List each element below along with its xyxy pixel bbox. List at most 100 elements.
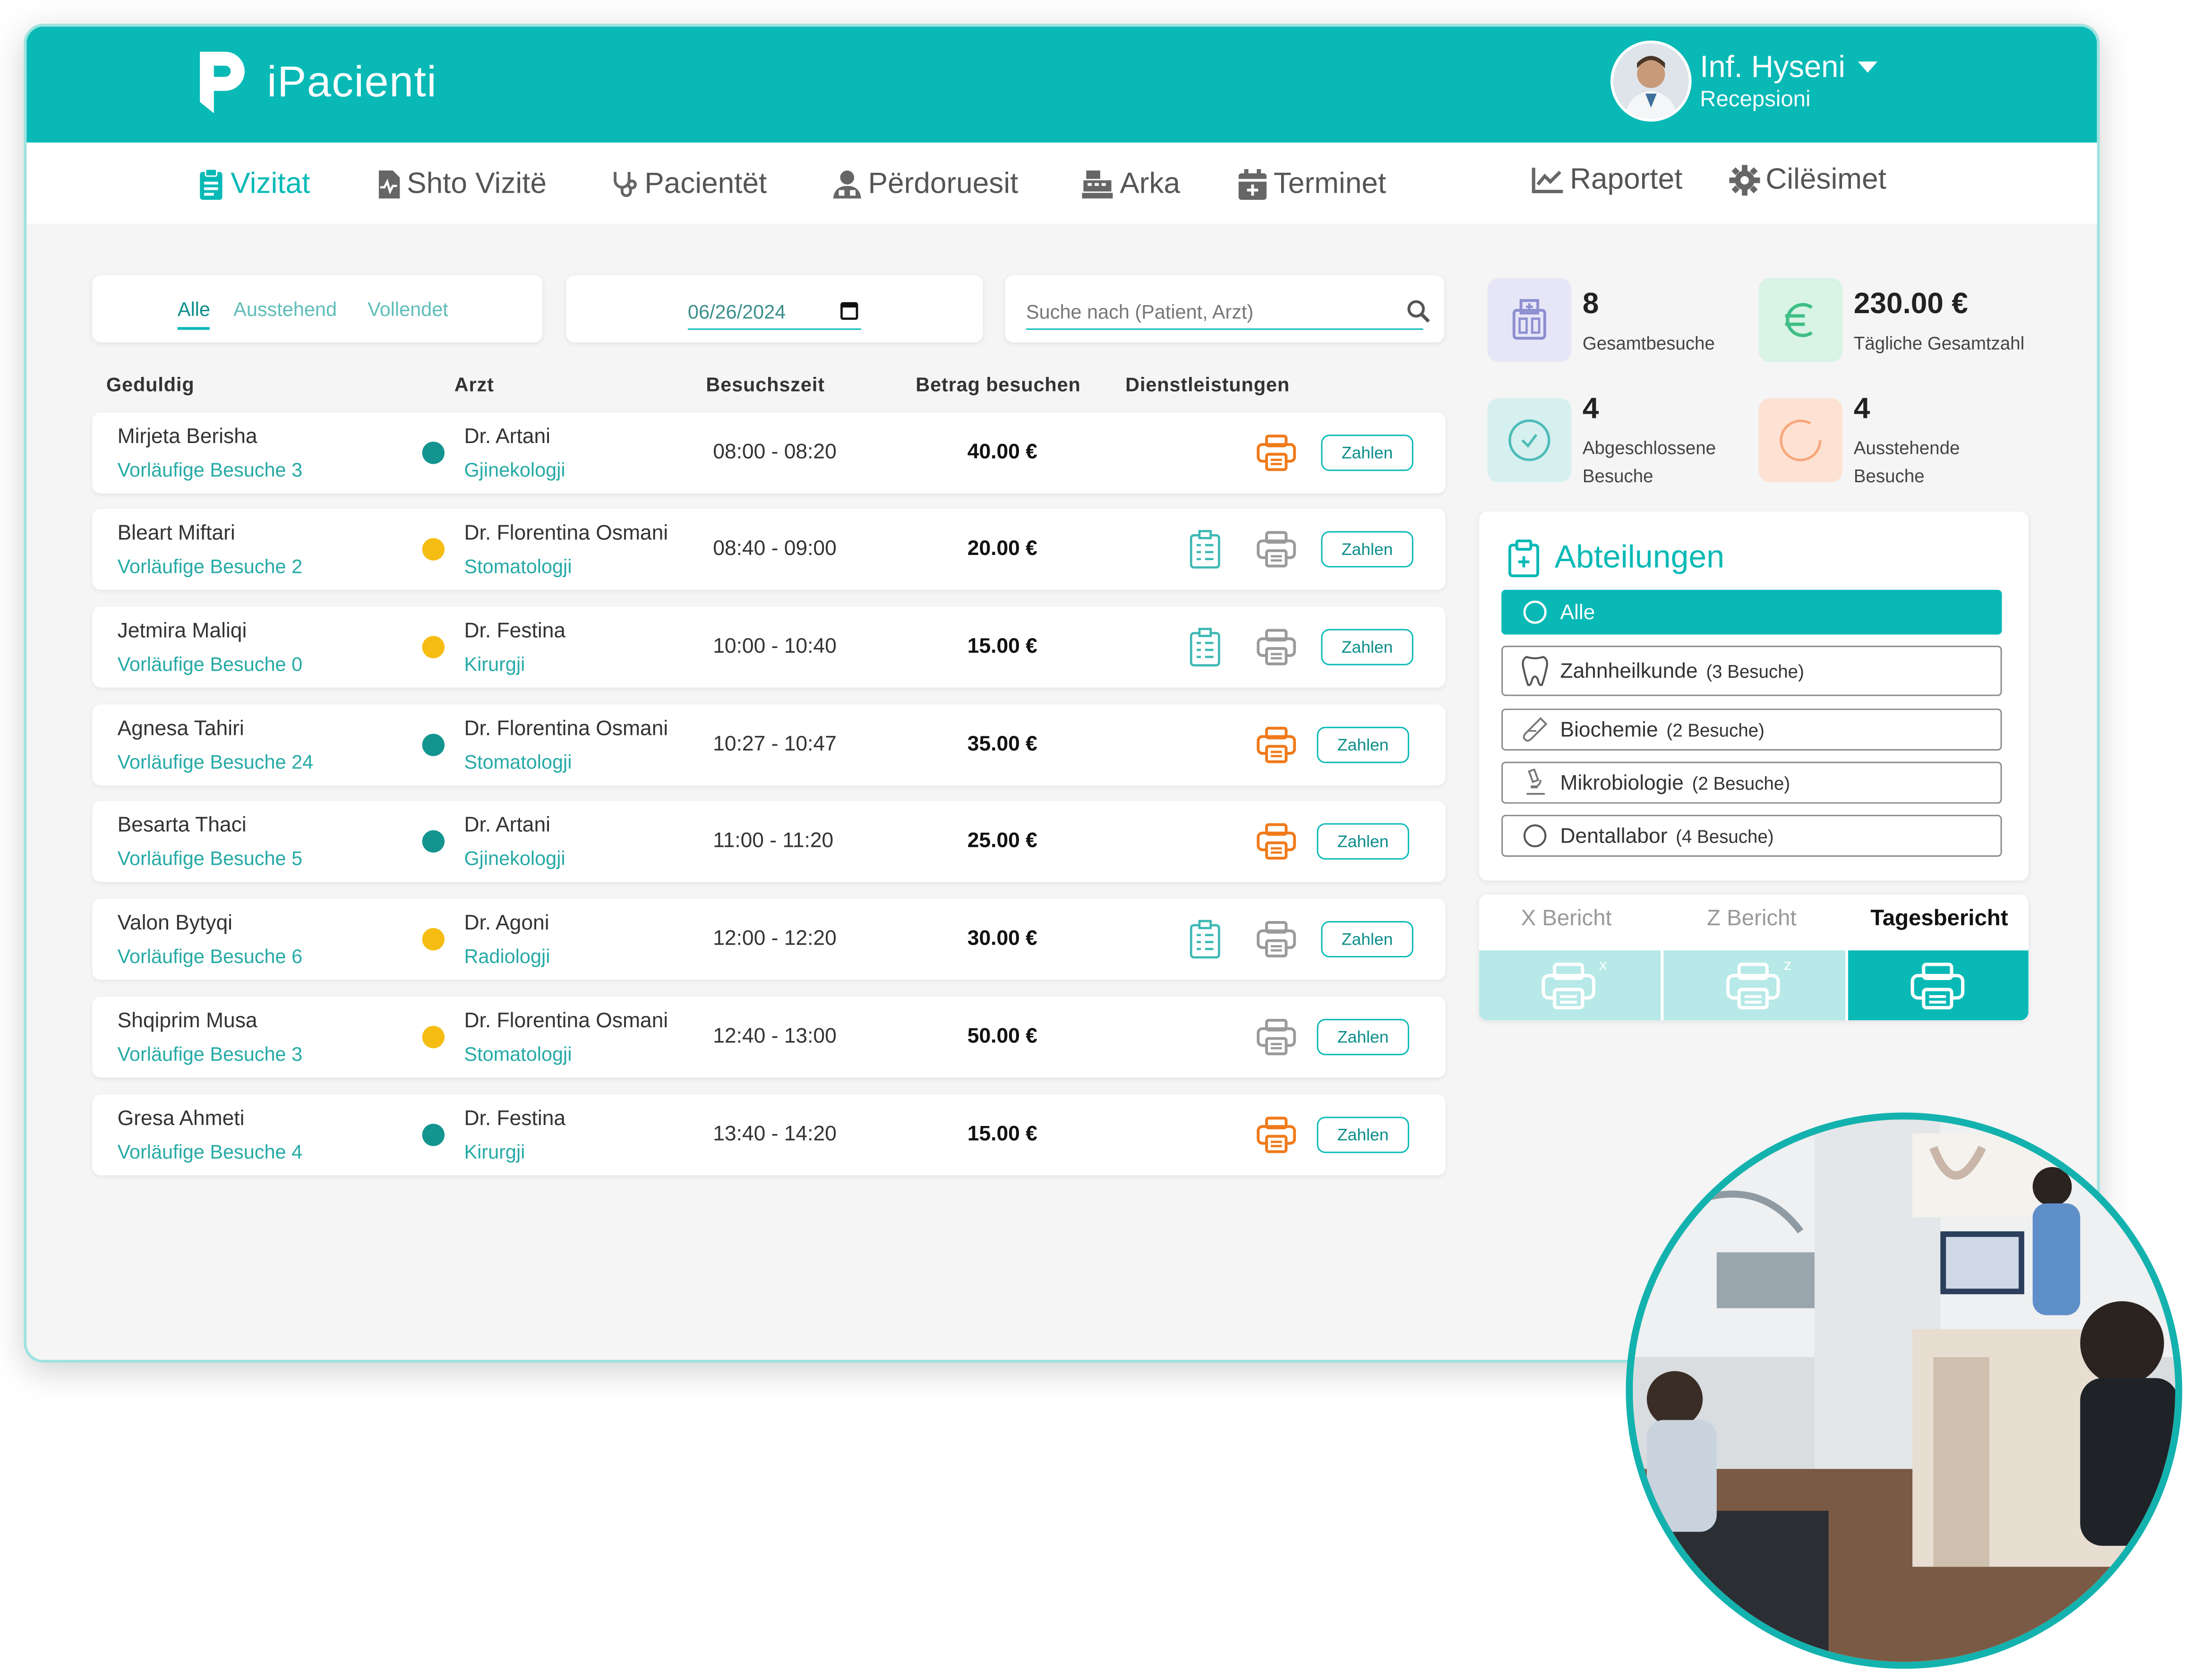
print-daily-report-button[interactable] [1848, 950, 2029, 1021]
nav-terminet[interactable]: Terminet [1237, 168, 1386, 201]
calendar-plus-icon [1238, 169, 1267, 200]
nav-cilesimet[interactable]: Cilësimet [1729, 163, 1886, 197]
pay-button[interactable]: Zahlen [1317, 1019, 1409, 1056]
pay-button[interactable]: Zahlen [1321, 921, 1413, 958]
pay-button[interactable]: Zahlen [1321, 629, 1413, 665]
patient-name[interactable]: Gresa Ahmeti [118, 1107, 245, 1131]
patient-name[interactable]: Shqiprim Musa [118, 1009, 257, 1033]
completed-visits-label: Abgeschlossene Besuche [1582, 437, 1716, 486]
patient-name[interactable]: Jetmira Maliqi [118, 619, 247, 643]
doctor-department: Stomatologji [464, 554, 572, 578]
reports-panel: X Bericht Z Bericht Tagesbericht x z [1479, 894, 2029, 1021]
pay-button[interactable]: Zahlen [1317, 726, 1409, 763]
clipboard-list-icon[interactable] [1188, 628, 1222, 674]
table-row[interactable]: Jetmira Maliqi Vorläufige Besuche 0 Dr. … [92, 606, 1446, 688]
nav-arka[interactable]: Arka [1080, 168, 1180, 201]
total-visits-value: 8 [1582, 288, 1599, 320]
previous-visits[interactable]: Vorläufige Besuche 3 [118, 1043, 303, 1065]
dept-alle[interactable]: Alle [1501, 589, 2002, 635]
pay-button[interactable]: Zahlen [1317, 823, 1409, 860]
printer-icon[interactable] [1255, 530, 1297, 576]
tab-alle[interactable]: Alle [177, 298, 210, 330]
z-badge: z [1783, 957, 1792, 974]
previous-visits[interactable]: Vorläufige Besuche 3 [118, 459, 303, 481]
total-visits-icon [1487, 278, 1572, 362]
printer-icon[interactable] [1255, 1115, 1297, 1161]
clipboard-icon [200, 168, 223, 200]
tab-z-bericht[interactable]: Z Bericht [1707, 907, 1796, 932]
tab-tagesbericht[interactable]: Tagesbericht [1870, 907, 2008, 932]
user-menu[interactable]: Inf. Hyseni Recepsioni [1610, 40, 1878, 122]
visit-time: 11:00 - 11:20 [713, 828, 834, 853]
previous-visits[interactable]: Vorläufige Besuche 6 [118, 945, 303, 967]
users-icon [833, 171, 861, 199]
pay-button[interactable]: Zahlen [1321, 531, 1413, 568]
dept-dentallabor[interactable]: Dentallabor (4 Besuche) [1501, 815, 2002, 857]
patient-name[interactable]: Mirjeta Berisha [118, 425, 257, 449]
previous-visits[interactable]: Vorläufige Besuche 4 [118, 1141, 303, 1163]
calendar-icon[interactable] [840, 300, 858, 320]
visit-time: 13:40 - 14:20 [713, 1122, 837, 1146]
nav-shto-vizite[interactable]: Shto Vizitë [376, 168, 547, 201]
print-x-report-button[interactable]: x [1479, 950, 1661, 1021]
clipboard-list-icon[interactable] [1188, 530, 1222, 576]
nav-vizitat[interactable]: Vizitat [197, 168, 310, 201]
table-row[interactable]: Valon Bytyqi Vorläufige Besuche 6 Dr. Ag… [92, 898, 1446, 980]
table-row[interactable]: Bleart Miftari Vorläufige Besuche 2 Dr. … [92, 509, 1446, 590]
status-dot [422, 830, 445, 853]
previous-visits[interactable]: Vorläufige Besuche 5 [118, 847, 303, 869]
header-services: Dienstleistungen [1125, 373, 1290, 396]
table-row[interactable]: Mirjeta Berisha Vorläufige Besuche 3 Dr.… [92, 412, 1446, 494]
daily-total-value: 230.00 € [1853, 288, 1968, 320]
search-box: Suche nach (Patient, Arzt) [1005, 275, 1444, 343]
printer-icon[interactable] [1255, 822, 1297, 868]
nav-pacientet[interactable]: Pacientët [611, 168, 767, 201]
tab-ausstehend[interactable]: Ausstehend [233, 298, 337, 320]
visit-time: 08:40 - 09:00 [713, 537, 837, 561]
table-row[interactable]: Besarta Thaci Vorläufige Besuche 5 Dr. A… [92, 801, 1446, 882]
status-dot [422, 636, 445, 658]
date-input[interactable]: 06/26/2024 [687, 292, 861, 330]
printer-icon[interactable] [1255, 1017, 1297, 1064]
printer-icon[interactable] [1255, 725, 1297, 772]
dept-mikrobiologie[interactable]: Mikrobiologie (2 Besuche) [1501, 761, 2002, 804]
printer-icon[interactable] [1255, 433, 1297, 479]
table-row[interactable]: Shqiprim Musa Vorläufige Besuche 3 Dr. F… [92, 996, 1446, 1078]
patient-name[interactable]: Valon Bytyqi [118, 911, 232, 935]
previous-visits[interactable]: Vorläufige Besuche 2 [118, 555, 303, 577]
file-pulse-icon [378, 171, 400, 199]
doctor-department: Stomatologji [464, 750, 572, 773]
previous-visits[interactable]: Vorläufige Besuche 24 [118, 750, 314, 773]
status-dot [422, 928, 445, 951]
logo-icon [200, 51, 245, 113]
print-z-report-button[interactable]: z [1663, 950, 1846, 1021]
patient-name[interactable]: Besarta Thaci [118, 813, 247, 837]
doctor-name: Dr. Florentina Osmani [464, 717, 668, 741]
doctor-department: Gjinekologji [464, 458, 565, 481]
patient-name[interactable]: Agnesa Tahiri [118, 717, 244, 741]
tab-x-bericht[interactable]: X Bericht [1521, 907, 1612, 932]
tab-vollendet[interactable]: Vollendet [368, 298, 448, 320]
clipboard-list-icon[interactable] [1188, 920, 1222, 966]
previous-visits[interactable]: Vorläufige Besuche 0 [118, 653, 303, 675]
gear-icon [1729, 165, 1760, 196]
search-icon[interactable] [1406, 299, 1430, 323]
patient-name[interactable]: Bleart Miftari [118, 521, 235, 545]
search-input[interactable]: Suche nach (Patient, Arzt) [1026, 292, 1430, 330]
printer-icon[interactable] [1255, 920, 1297, 966]
visit-amount: 40.00 € [967, 440, 1037, 464]
printer-icon[interactable] [1255, 628, 1297, 674]
pay-button[interactable]: Zahlen [1317, 1117, 1409, 1153]
table-row[interactable]: Gresa Ahmeti Vorläufige Besuche 4 Dr. Fe… [92, 1094, 1446, 1176]
brand-logo[interactable]: iPacienti [194, 46, 437, 119]
dept-zahnheilkunde[interactable]: Zahnheilkunde (3 Besuche) [1501, 646, 2002, 696]
pay-button[interactable]: Zahlen [1321, 435, 1413, 471]
nav-perdoruesit[interactable]: Përdoruesit [832, 168, 1018, 201]
euro-icon [1758, 278, 1843, 362]
status-dot [422, 538, 445, 561]
header-patient: Geduldig [106, 373, 195, 396]
doctor-department: Kirurgji [464, 652, 525, 675]
dept-biochemie[interactable]: Biochemie (2 Besuche) [1501, 708, 2002, 751]
table-row[interactable]: Agnesa Tahiri Vorläufige Besuche 24 Dr. … [92, 704, 1446, 786]
nav-raportet[interactable]: Raportet [1531, 163, 1683, 197]
